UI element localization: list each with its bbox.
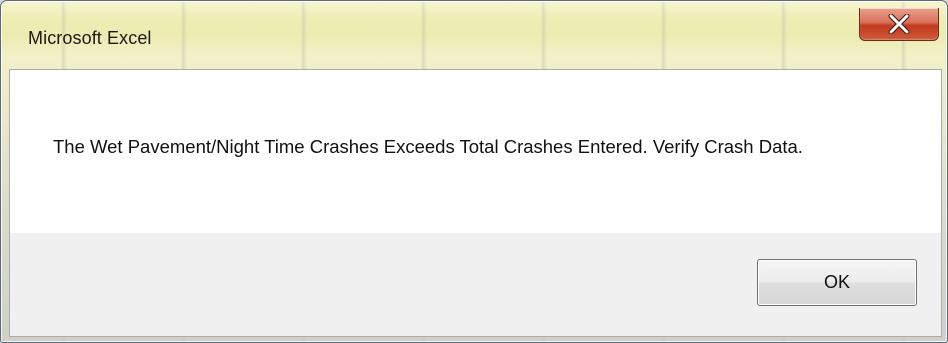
button-area: OK [10,233,941,336]
window-title: Microsoft Excel [28,28,152,48]
ok-button[interactable]: OK [757,259,917,306]
dialog-body: The Wet Pavement/Night Time Crashes Exce… [9,69,942,337]
title-bar[interactable]: Microsoft Excel [1,1,947,71]
close-button[interactable] [859,8,939,41]
dialog-window: Microsoft Excel The Wet Pavement/Night T… [0,0,948,343]
message-text: The Wet Pavement/Night Time Crashes Exce… [53,136,803,157]
close-icon [888,14,910,34]
